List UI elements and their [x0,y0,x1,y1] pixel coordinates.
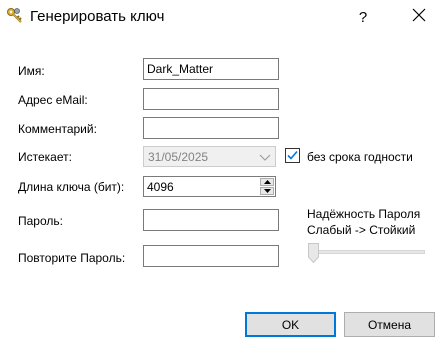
email-input[interactable] [143,88,279,110]
password-strength-track [308,250,425,254]
key-length-label: Длина ключа (бит): [18,180,125,194]
close-button[interactable] [397,0,441,34]
help-button[interactable]: ? [341,0,385,34]
password-input[interactable] [143,209,279,231]
expires-date-picker[interactable]: 31/05/2025 [143,146,276,167]
email-label: Адрес eMail: [18,93,88,107]
comment-input[interactable] [143,117,279,139]
window-title: Генерировать ключ [30,8,165,25]
chevron-down-icon [259,151,271,163]
key-length-value: 4096 [147,180,174,194]
repeat-password-input[interactable] [143,245,279,267]
name-input[interactable]: Dark_Matter [143,58,279,80]
password-strength-heading: Надёжность Пароля Слабый -> Стойкий [307,206,420,238]
generate-key-dialog: Генерировать ключ ? Имя: Dark_Matter Адр… [0,0,444,349]
password-strength-slider[interactable] [308,243,319,264]
no-expiry-checkbox[interactable] [285,148,300,163]
spin-down-button[interactable] [260,187,274,195]
password-strength-scale: Слабый -> Стойкий [307,223,416,237]
expires-date-value: 31/05/2025 [148,150,209,164]
key-length-spinbox[interactable]: 4096 [143,176,276,197]
expires-label: Истекает: [18,150,72,164]
triangle-down-icon [263,189,271,193]
spin-up-button[interactable] [260,178,274,186]
name-label: Имя: [18,64,45,78]
triangle-up-icon [263,180,271,184]
keys-icon [6,7,24,25]
repeat-password-label: Повторите Пароль: [18,251,126,265]
cancel-button[interactable]: Отмена [344,312,435,337]
ok-button[interactable]: OK [245,312,336,337]
checkmark-icon [287,150,298,160]
password-strength-title: Надёжность Пароля [307,207,421,221]
title-bar: Генерировать ключ ? [0,0,444,34]
comment-label: Комментарий: [18,122,97,136]
no-expiry-label[interactable]: без срока годности [307,150,413,164]
help-icon: ? [358,8,368,26]
close-icon [412,8,426,26]
key-length-spin-buttons [260,178,274,195]
password-label: Пароль: [18,214,63,228]
